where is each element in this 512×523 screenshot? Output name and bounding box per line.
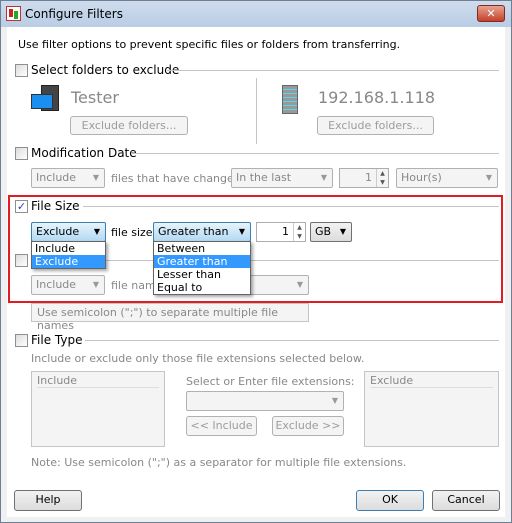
- intro-text: Use filter options to prevent specific f…: [18, 38, 401, 51]
- file-size-text: file size: [111, 226, 153, 239]
- mode-dropdown-list: Include Exclude: [31, 241, 106, 269]
- title-bar: Configure Filters ✕: [1, 1, 511, 27]
- dialog-body: Use filter options to prevent specific f…: [7, 27, 505, 517]
- mod-date-range-value: In the last: [236, 171, 292, 184]
- file-name-mode-select[interactable]: Include ▼: [31, 275, 105, 295]
- chevron-down-icon: ▼: [238, 227, 245, 236]
- file-type-label: File Type: [31, 333, 83, 347]
- modification-date-checkbox[interactable]: [15, 147, 28, 160]
- dropdown-option-selected[interactable]: Exclude: [32, 255, 105, 268]
- file-size-value: 1: [282, 225, 289, 238]
- mod-date-unit-value: Hour(s): [401, 171, 442, 184]
- include-list-header: Include: [37, 374, 159, 388]
- file-size-comparison-value: Greater than: [158, 225, 229, 238]
- mod-date-text: files that have changed: [111, 172, 241, 185]
- folders-checkbox[interactable]: [15, 64, 28, 77]
- exclude-extensions-list[interactable]: Exclude: [364, 371, 499, 447]
- spinner-arrows-icon[interactable]: ▲ ▼: [293, 223, 305, 241]
- window-title: Configure Filters: [25, 7, 123, 21]
- cancel-button[interactable]: Cancel: [432, 490, 500, 511]
- file-size-mode-select[interactable]: Exclude ▼: [31, 222, 106, 242]
- file-type-checkbox[interactable]: [15, 334, 28, 347]
- extensions-label: Select or Enter file extensions:: [186, 375, 355, 388]
- mod-date-mode-value: Include: [36, 171, 77, 184]
- remote-name: 192.168.1.118: [318, 88, 436, 107]
- mod-date-value: 1: [365, 171, 372, 184]
- computer-icon: [31, 85, 59, 113]
- chevron-down-icon: ▼: [296, 280, 303, 289]
- exclude-extension-button[interactable]: Exclude >>: [272, 416, 344, 436]
- local-exclude-folders-button[interactable]: Exclude folders...: [70, 116, 188, 135]
- file-size-label: File Size: [31, 199, 80, 213]
- file-size-checkbox[interactable]: ✓: [15, 200, 28, 213]
- modification-date-label: Modification Date: [31, 146, 137, 160]
- include-extension-button[interactable]: << Include: [186, 416, 257, 436]
- chevron-down-icon: ▼: [339, 227, 346, 236]
- file-name-checkbox[interactable]: [15, 254, 28, 267]
- remote-exclude-folders-button[interactable]: Exclude folders...: [317, 116, 434, 135]
- file-size-unit-select[interactable]: GB ▼: [310, 222, 352, 242]
- dropdown-option[interactable]: Lesser than: [154, 268, 250, 281]
- file-name-input[interactable]: Use semicolon (";") to separate multiple…: [31, 303, 309, 332]
- ok-button[interactable]: OK: [356, 490, 424, 511]
- mod-date-unit-select[interactable]: Hour(s) ▼: [396, 168, 498, 188]
- chevron-down-icon: ▼: [331, 396, 338, 405]
- help-button[interactable]: Help: [14, 490, 82, 511]
- extensions-select[interactable]: ▼: [186, 391, 344, 411]
- chevron-down-icon: ▼: [485, 173, 492, 182]
- include-extensions-list[interactable]: Include: [31, 371, 165, 447]
- file-size-comparison-select[interactable]: Greater than ▼: [153, 222, 251, 242]
- exclude-list-header: Exclude: [370, 374, 493, 388]
- dropdown-option[interactable]: Include: [32, 242, 105, 255]
- chevron-down-icon: ▼: [92, 173, 99, 182]
- file-name-mode-value: Include: [36, 278, 77, 291]
- chevron-down-icon: ▼: [93, 227, 100, 236]
- chevron-down-icon: ▼: [92, 280, 99, 289]
- file-type-description: Include or exclude only those file exten…: [31, 352, 365, 365]
- configure-filters-dialog: Configure Filters ✕ Use filter options t…: [0, 0, 512, 523]
- file-type-note: Note: Use semicolon (";") as a separator…: [31, 456, 407, 469]
- mod-date-range-select[interactable]: In the last ▼: [231, 168, 333, 188]
- dropdown-option[interactable]: Equal to: [154, 281, 250, 294]
- file-size-value-spinner[interactable]: 1 ▲ ▼: [256, 222, 306, 242]
- close-button[interactable]: ✕: [477, 5, 505, 22]
- file-size-mode-value: Exclude: [36, 225, 80, 238]
- spinner-arrows-icon[interactable]: ▲ ▼: [376, 169, 388, 187]
- folders-label: Select folders to exclude: [31, 63, 180, 77]
- dropdown-option-selected[interactable]: Greater than: [154, 255, 250, 268]
- local-name: Tester: [71, 88, 119, 107]
- app-icon: [6, 6, 21, 21]
- dropdown-option[interactable]: Between: [154, 242, 250, 255]
- comparison-dropdown-list: Between Greater than Lesser than Equal t…: [153, 241, 251, 295]
- server-icon: [282, 85, 298, 114]
- mod-date-mode-select[interactable]: Include ▼: [31, 168, 105, 188]
- chevron-down-icon: ▼: [320, 173, 327, 182]
- mod-date-value-spinner[interactable]: 1 ▲ ▼: [339, 168, 389, 188]
- file-size-unit-value: GB: [315, 225, 332, 238]
